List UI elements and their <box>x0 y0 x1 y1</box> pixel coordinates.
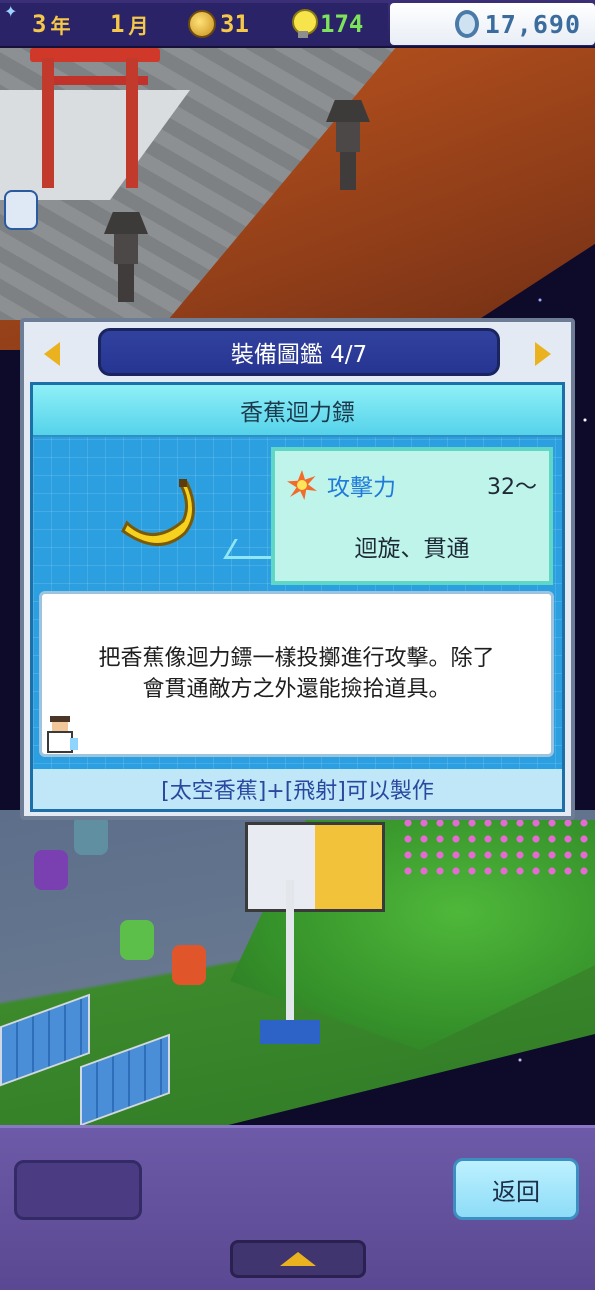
attack-label: 攻擊力 <box>327 475 396 501</box>
citizen-character[interactable] <box>34 850 68 890</box>
idea-point-counter: 174 <box>290 8 363 40</box>
year-value: 3 <box>32 10 47 38</box>
stone-lantern <box>104 212 148 302</box>
year-unit: 年 <box>50 13 71 38</box>
description-box: 把香蕉像迴力鏢一樣投擲進行攻擊。除了 會貫通敵方之外還能撿拾道具。 <box>39 591 554 757</box>
robot-character[interactable] <box>4 190 38 230</box>
month-unit: 月 <box>128 13 149 38</box>
empty-menu-slot <box>14 1160 142 1220</box>
item-name: 香蕉迴力鏢 <box>33 385 562 437</box>
money-display: 17,690 <box>390 3 595 45</box>
stone-lantern <box>326 100 370 190</box>
gold-medal-count: 31 <box>220 10 249 38</box>
gold-medal-counter: 31 <box>188 8 249 40</box>
back-button[interactable]: 返回 <box>453 1158 579 1220</box>
expand-up-icon <box>280 1252 316 1266</box>
blueprint-area: 香蕉迴力鏢 攻擊力 32～ 迴旋、貫通 把香蕉像迴力鏢一樣投擲進行攻擊。除了 會… <box>30 382 565 812</box>
right-arrow-icon <box>535 342 551 366</box>
coin-icon <box>188 10 216 38</box>
burst-icon <box>287 470 317 500</box>
month-value: 1 <box>110 10 125 38</box>
bottom-menu-bar: 返回 <box>0 1125 595 1290</box>
item-traits: 迴旋、貫通 <box>354 536 470 562</box>
previous-page-button[interactable] <box>38 338 66 372</box>
next-page-button[interactable] <box>529 338 557 372</box>
item-description: 把香蕉像迴力鏢一樣投擲進行攻擊。除了 會貫通敵方之外還能撿拾道具。 <box>98 643 494 705</box>
attack-row: 攻擊力 32～ <box>287 469 537 501</box>
equipment-encyclopedia-panel: 裝備圖鑑 4/7 香蕉迴力鏢 攻擊力 32～ 迴旋、貫通 把香蕉像迴力鏢一樣投擲… <box>20 318 575 820</box>
stat-box: 攻擊力 32～ 迴旋、貫通 <box>271 447 553 585</box>
expand-menu-button[interactable] <box>230 1240 366 1278</box>
year-display: 3 年 <box>32 8 70 40</box>
money-value: 17,690 <box>484 9 581 39</box>
bulb-icon <box>290 9 318 39</box>
money-coin-icon <box>454 10 479 38</box>
description-line: 把香蕉像迴力鏢一樣投擲進行攻擊。除了 <box>98 646 495 671</box>
month-display: 1 月 <box>110 8 148 40</box>
attack-value: 32～ <box>487 475 537 500</box>
alien-character[interactable] <box>120 920 154 960</box>
flower-bed <box>400 815 590 875</box>
scientist-avatar <box>47 716 78 753</box>
panel-title: 裝備圖鑑 4/7 <box>98 328 500 376</box>
crafting-recipe: [太空香蕉]+[飛射]可以製作 <box>33 769 562 809</box>
idea-point-count: 174 <box>320 10 364 38</box>
star-icon: ✦ <box>4 2 18 21</box>
wind-turbine[interactable] <box>250 850 330 1050</box>
monster-character[interactable] <box>74 815 108 855</box>
left-arrow-icon <box>44 342 60 366</box>
torii-gate <box>30 40 160 190</box>
banana-icon <box>121 479 195 546</box>
status-hud: ✦ 3 年 1 月 31 174 17,690 <box>0 0 595 48</box>
citizen-character[interactable] <box>172 945 206 985</box>
description-line: 會貫通敵方之外還能撿拾道具。 <box>142 677 451 702</box>
